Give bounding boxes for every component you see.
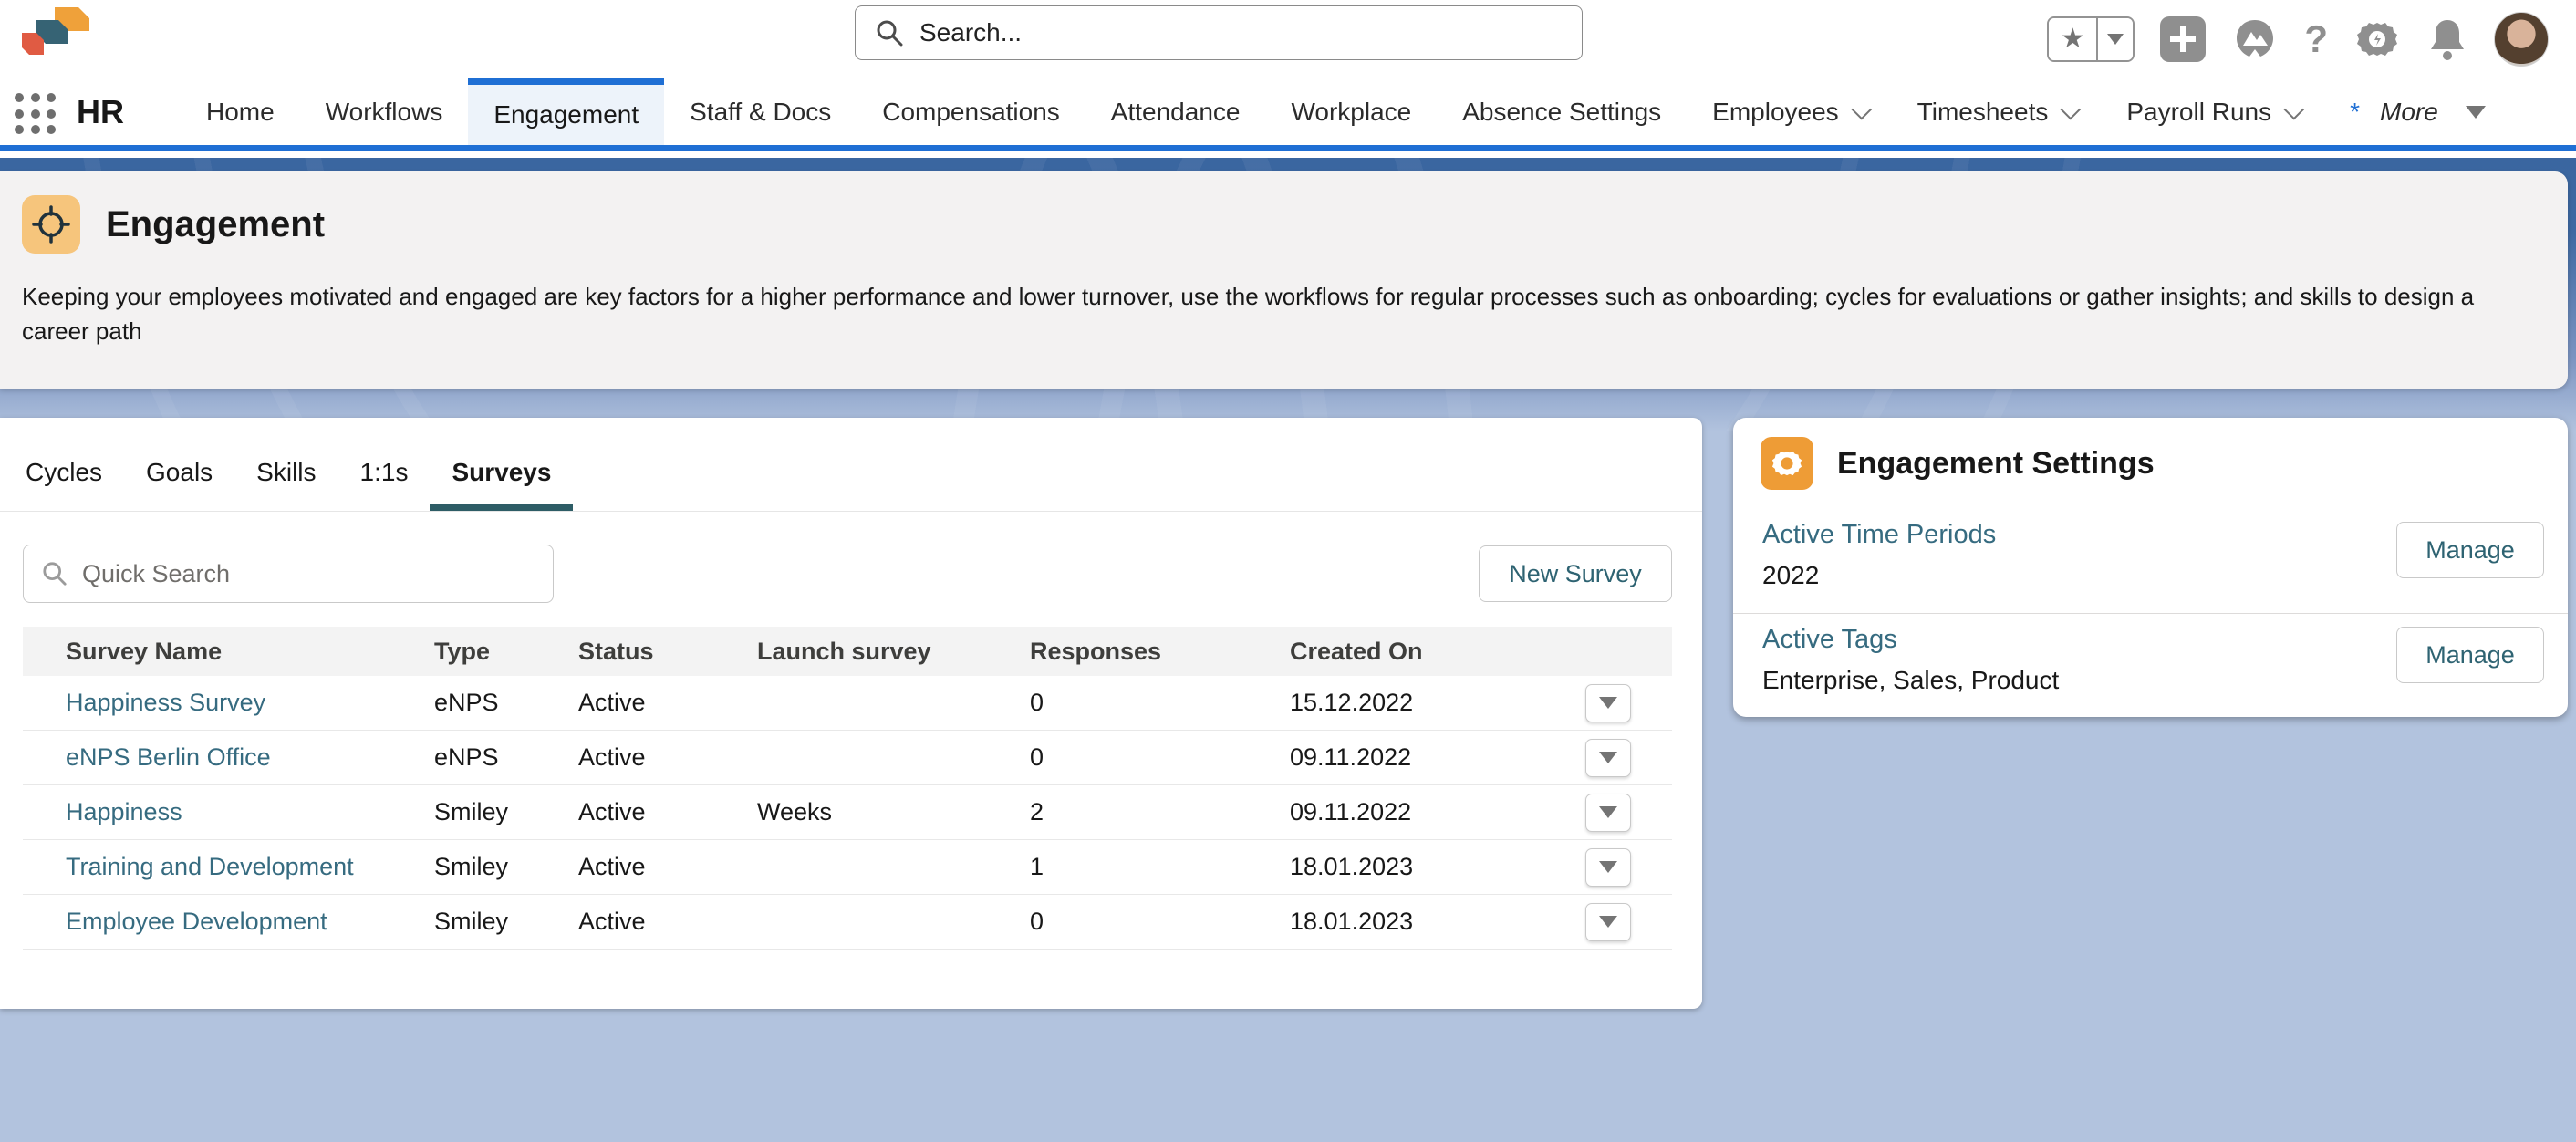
- row-actions-dropdown-button[interactable]: [1585, 794, 1631, 832]
- nav-tab-workplace[interactable]: Workplace: [1265, 78, 1437, 145]
- tab-1-1s[interactable]: 1:1s: [338, 458, 431, 511]
- surveys-card: Cycles Goals Skills 1:1s Surveys Quick S…: [0, 418, 1702, 1009]
- chevron-down-icon: [1851, 99, 1872, 119]
- table-row: Training and Development Smiley Active 1…: [23, 840, 1672, 895]
- manage-time-periods-button[interactable]: Manage: [2396, 522, 2544, 578]
- col-type: Type: [434, 638, 578, 666]
- star-icon: ★: [2061, 26, 2085, 53]
- survey-name-link[interactable]: Happiness Survey: [23, 689, 434, 717]
- quick-search-placeholder: Quick Search: [82, 560, 230, 588]
- quick-search-input[interactable]: Quick Search: [23, 545, 554, 603]
- page-background: Engagement Keeping your employees motiva…: [0, 158, 2576, 1142]
- table-row: Happiness Smiley Active Weeks 2 09.11.20…: [23, 785, 1672, 840]
- favorites-star-button[interactable]: ★: [2049, 18, 2096, 60]
- nav-tab-attendance[interactable]: Attendance: [1085, 78, 1266, 145]
- nav-tab-engagement[interactable]: Engagement: [468, 78, 664, 145]
- header-actions: ★ ?: [2047, 0, 2549, 78]
- app-name: HR: [77, 93, 124, 131]
- global-search-input[interactable]: Search...: [855, 5, 1583, 60]
- row-actions-dropdown-button[interactable]: [1585, 684, 1631, 722]
- table-row: Happiness Survey eNPS Active 0 15.12.202…: [23, 676, 1672, 731]
- chevron-down-icon: [1599, 752, 1617, 763]
- tab-goals[interactable]: Goals: [124, 458, 234, 511]
- global-add-button[interactable]: [2160, 16, 2206, 62]
- engagement-sub-tabs: Cycles Goals Skills 1:1s Surveys: [0, 418, 1702, 512]
- search-icon: [42, 561, 68, 587]
- chevron-down-icon: [2466, 106, 2486, 119]
- engagement-settings-card: Engagement Settings Active Time Periods …: [1733, 418, 2568, 717]
- chevron-down-icon: [1599, 916, 1617, 928]
- unsaved-asterisk: *: [2350, 98, 2360, 127]
- tab-skills[interactable]: Skills: [234, 458, 338, 511]
- app-navigation-bar: HR Home Workflows Engagement Staff & Doc…: [0, 78, 2576, 151]
- table-row: Employee Development Smiley Active 0 18.…: [23, 895, 1672, 950]
- page-description: Keeping your employees motivated and eng…: [22, 279, 2485, 348]
- chevron-down-icon: [1599, 806, 1617, 818]
- user-avatar[interactable]: [2494, 12, 2549, 67]
- nav-more-menu[interactable]: *More: [2324, 78, 2511, 145]
- nav-tab-timesheets[interactable]: Timesheets: [1892, 78, 2102, 145]
- row-actions-dropdown-button[interactable]: [1585, 848, 1631, 887]
- nav-items: Home Workflows Engagement Staff & Docs C…: [181, 78, 2511, 145]
- settings-card-title: Engagement Settings: [1837, 446, 2155, 482]
- search-icon: [876, 19, 903, 47]
- survey-name-link[interactable]: eNPS Berlin Office: [23, 743, 434, 772]
- page-title: Engagement: [106, 204, 325, 245]
- surveys-table: Survey Name Type Status Launch survey Re…: [23, 627, 1672, 950]
- tab-cycles[interactable]: Cycles: [4, 458, 124, 511]
- nav-tab-workflows[interactable]: Workflows: [300, 78, 469, 145]
- surveys-table-header: Survey Name Type Status Launch survey Re…: [23, 627, 1672, 676]
- favorites-button-group: ★: [2047, 16, 2135, 62]
- chevron-down-icon: [1599, 861, 1617, 873]
- app-launcher-icon[interactable]: [15, 93, 57, 135]
- nav-tab-employees[interactable]: Employees: [1687, 78, 1892, 145]
- setting-active-time-periods: Active Time Periods 2022 Manage: [1733, 509, 2568, 613]
- setting-active-tags: Active Tags Enterprise, Sales, Product M…: [1733, 613, 2568, 717]
- nav-tab-staff-docs[interactable]: Staff & Docs: [664, 78, 857, 145]
- col-survey-name: Survey Name: [23, 638, 434, 666]
- chevron-down-icon: [2107, 34, 2124, 45]
- company-logo: [9, 4, 93, 58]
- help-icon[interactable]: ?: [2304, 17, 2328, 61]
- nav-tab-payroll-runs[interactable]: Payroll Runs: [2101, 78, 2324, 145]
- engagement-target-icon: [22, 195, 80, 254]
- global-header: Search... ★ ?: [0, 0, 2576, 78]
- chevron-down-icon: [1599, 697, 1617, 709]
- setup-gear-icon[interactable]: [2353, 16, 2401, 63]
- row-actions-dropdown-button[interactable]: [1585, 739, 1631, 777]
- col-status: Status: [578, 638, 757, 666]
- survey-name-link[interactable]: Training and Development: [23, 853, 434, 881]
- chevron-down-icon: [2061, 99, 2082, 119]
- nav-tab-home[interactable]: Home: [181, 78, 300, 145]
- table-row: eNPS Berlin Office eNPS Active 0 09.11.2…: [23, 731, 1672, 785]
- tab-surveys[interactable]: Surveys: [430, 458, 573, 511]
- survey-name-link[interactable]: Happiness: [23, 798, 434, 826]
- manage-tags-button[interactable]: Manage: [2396, 627, 2544, 683]
- col-launch-survey: Launch survey: [757, 638, 1030, 666]
- global-search-placeholder: Search...: [919, 18, 1022, 47]
- chevron-down-icon: [2284, 99, 2305, 119]
- favorites-dropdown-button[interactable]: [2096, 18, 2133, 60]
- settings-gear-icon: [1761, 437, 1813, 490]
- nav-tab-compensations[interactable]: Compensations: [857, 78, 1085, 145]
- notifications-bell-icon[interactable]: [2426, 16, 2468, 62]
- col-created-on: Created On: [1290, 638, 1531, 666]
- nav-tab-absence-settings[interactable]: Absence Settings: [1437, 78, 1687, 145]
- survey-name-link[interactable]: Employee Development: [23, 908, 434, 936]
- new-survey-button[interactable]: New Survey: [1479, 545, 1672, 602]
- row-actions-dropdown-button[interactable]: [1585, 903, 1631, 941]
- col-responses: Responses: [1030, 638, 1290, 666]
- trailhead-icon[interactable]: [2231, 16, 2279, 63]
- page-header-card: Engagement Keeping your employees motiva…: [0, 171, 2568, 389]
